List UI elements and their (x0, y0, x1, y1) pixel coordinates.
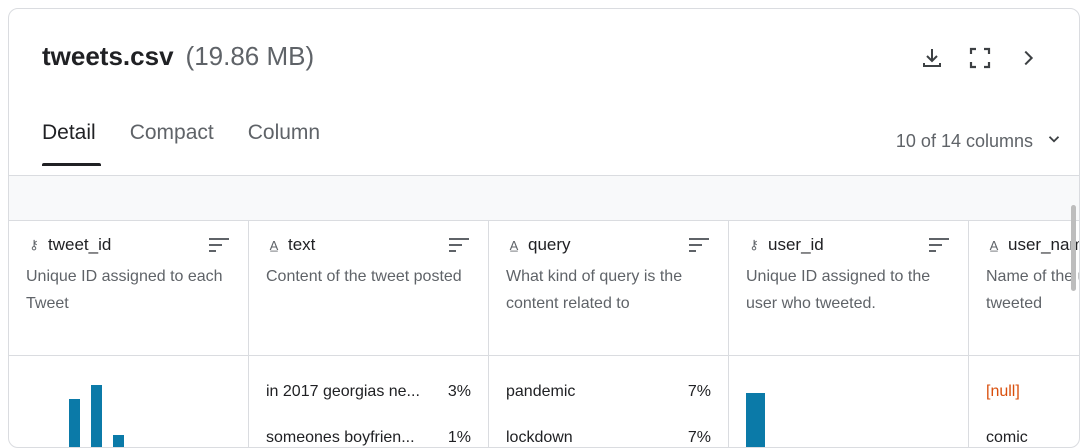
toolbar-band (9, 175, 1079, 221)
vertical-scrollbar[interactable] (1071, 205, 1076, 291)
value-label: pandemic (506, 383, 576, 400)
card-header: tweets.csv (19.86 MB) (9, 9, 1079, 109)
column-header: A̲ text Content of the tweet posted (249, 221, 488, 356)
chevron-right-icon[interactable] (1015, 45, 1041, 71)
column-query: A̲ query What kind of query is the conte… (489, 221, 729, 447)
tab-detail[interactable]: Detail (42, 121, 101, 166)
column-description: Content of the tweet posted (266, 268, 462, 285)
dataset-preview-card: tweets.csv (19.86 MB) Detail Compact Col… (8, 8, 1080, 448)
column-description: Unique ID assigned to each Tweet (26, 268, 223, 312)
string-type-icon: A̲ (509, 237, 519, 253)
column-grid: ⚷ tweet_id Unique ID assigned to each Tw… (9, 221, 1079, 447)
column-user-name: A̲ user_name Name of the user who tweete… (969, 221, 1079, 447)
view-tabs: Detail Compact Column (42, 121, 320, 166)
column-name: query (528, 235, 571, 254)
file-size: (19.86 MB) (185, 41, 315, 71)
list-item: [null] (986, 383, 1079, 401)
string-type-icon: A̲ (989, 237, 999, 253)
column-description: Name of the user who tweeted (986, 268, 1079, 312)
sort-icon[interactable] (208, 237, 230, 258)
list-item: lockdown 7% (506, 429, 711, 447)
column-tweet-id: ⚷ tweet_id Unique ID assigned to each Tw… (9, 221, 249, 447)
chevron-down-icon (1045, 130, 1063, 153)
list-item: pandemic 7% (506, 383, 711, 401)
column-name: text (288, 235, 316, 254)
column-user-id: ⚷ user_id Unique ID assigned to the user… (729, 221, 969, 447)
value-percent: 7% (687, 429, 711, 446)
list-item: someones boyfrien... 1% (266, 429, 471, 447)
histogram-bar (113, 435, 124, 447)
value-percent: 1% (447, 429, 471, 446)
sort-icon[interactable] (448, 237, 470, 258)
null-value: [null] (986, 383, 1020, 400)
value-label: in 2017 georgias ne... (266, 383, 420, 400)
list-item: in 2017 georgias ne... 3% (266, 383, 471, 401)
string-type-icon: A̲ (269, 237, 279, 253)
column-selector-label: 10 of 14 columns (895, 131, 1033, 151)
column-selector[interactable]: 10 of 14 columns (896, 130, 1063, 153)
column-description: Unique ID assigned to the user who tweet… (746, 268, 931, 312)
tab-column[interactable]: Column (248, 121, 320, 166)
column-header: ⚷ user_id Unique ID assigned to the user… (729, 221, 968, 356)
histogram (729, 357, 968, 447)
column-name: tweet_id (48, 235, 112, 254)
histogram (9, 357, 248, 447)
download-icon[interactable] (919, 45, 945, 71)
file-name: tweets.csv (42, 41, 174, 71)
column-name: user_id (768, 235, 824, 254)
value-label: comic (986, 429, 1028, 446)
value-label: lockdown (506, 429, 573, 446)
sort-icon[interactable] (688, 237, 710, 258)
key-icon: ⚷ (29, 237, 39, 252)
value-percent: 7% (687, 383, 711, 400)
column-description: What kind of query is the content relate… (506, 268, 683, 312)
histogram-bar (746, 393, 765, 447)
value-list: pandemic 7% lockdown 7% (489, 357, 728, 447)
sort-icon[interactable] (928, 237, 950, 258)
column-header: ⚷ tweet_id Unique ID assigned to each Tw… (9, 221, 248, 356)
tab-compact[interactable]: Compact (130, 121, 214, 166)
column-name: user_name (1008, 235, 1079, 254)
column-text: A̲ text Content of the tweet posted in 2… (249, 221, 489, 447)
key-icon: ⚷ (749, 237, 759, 252)
histogram-bar (69, 399, 80, 447)
fullscreen-icon[interactable] (967, 45, 993, 71)
file-title: tweets.csv (19.86 MB) (42, 41, 314, 72)
value-list: in 2017 georgias ne... 3% someones boyfr… (249, 357, 488, 447)
column-header: A̲ query What kind of query is the conte… (489, 221, 728, 356)
value-list: [null] comic (969, 357, 1079, 447)
value-label: someones boyfrien... (266, 429, 415, 446)
list-item: comic (986, 429, 1079, 447)
column-header: A̲ user_name Name of the user who tweete… (969, 221, 1079, 356)
value-percent: 3% (447, 383, 471, 400)
header-actions (919, 45, 1041, 71)
histogram-bar (91, 385, 102, 447)
